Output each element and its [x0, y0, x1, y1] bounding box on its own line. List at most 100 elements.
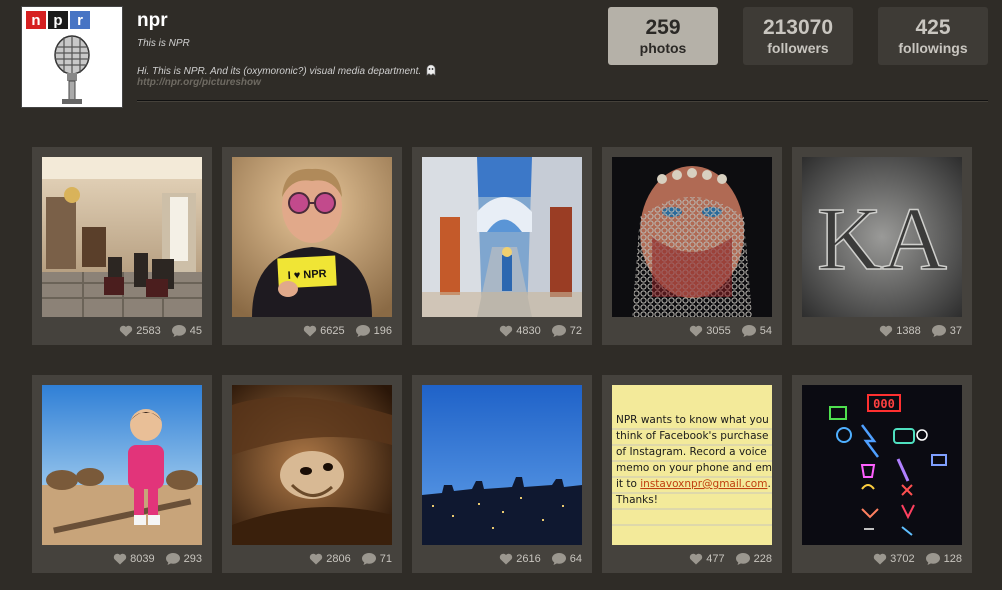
heart-icon: [690, 325, 703, 337]
photo-stats: 2806 71: [309, 552, 392, 566]
note-line-2: think of Facebook's purchase: [616, 430, 768, 442]
header-divider: [137, 100, 988, 101]
photo-card-city-dusk[interactable]: 2616 64: [412, 375, 592, 573]
profile-avatar[interactable]: n p r: [22, 7, 122, 107]
photo-thumbnail[interactable]: [42, 385, 202, 545]
heart-icon: [120, 325, 133, 337]
photo-card-neon-signs[interactable]: 000 3702 128: [792, 375, 972, 573]
heart-icon: [303, 325, 317, 337]
comment-bubble-icon: [165, 553, 180, 565]
photo-stats: 2583 45: [119, 324, 202, 338]
heart-icon: [500, 325, 513, 337]
comment-bubble-icon: [925, 553, 940, 565]
photo-thumbnail[interactable]: [612, 157, 772, 317]
photo-card-ornate-room[interactable]: 2583 45: [32, 147, 212, 345]
like-count: 2616: [516, 553, 541, 565]
photo-card-note[interactable]: NPR wants to know what you think of Face…: [602, 375, 782, 573]
comment-count: 228: [753, 553, 772, 565]
heart-icon: [113, 553, 127, 565]
comment-bubble-icon: [931, 325, 946, 337]
stat-followers-label: followers: [767, 40, 829, 56]
photo-thumbnail[interactable]: [232, 385, 392, 545]
microphone-icon: [54, 35, 90, 104]
neon-text: 000: [873, 397, 895, 411]
like-count: 1388: [896, 325, 921, 337]
like-count: 2583: [136, 325, 161, 337]
note-line-3: of Instagram. Record a voice: [616, 446, 767, 458]
like-count: 4830: [516, 325, 541, 337]
stat-followings-count: 425: [915, 16, 951, 39]
stat-followers-count: 213070: [762, 16, 834, 39]
note-line-1: NPR wants to know what you: [616, 414, 769, 426]
comment-count: 71: [379, 553, 392, 565]
note-line-6: Thanks!: [615, 494, 658, 506]
profile-bio: Hi. This is NPR. And its (oxymoronic?) v…: [137, 64, 437, 77]
like-count: 6625: [320, 325, 345, 337]
comment-count: 128: [943, 553, 962, 565]
comment-bubble-icon: [741, 325, 756, 337]
comment-count: 54: [759, 325, 772, 337]
logo-letter-p: p: [48, 11, 68, 29]
comment-bubble-icon: [361, 553, 376, 565]
comment-bubble-icon: [551, 553, 566, 565]
photo-card-chain-veil[interactable]: 3055 54: [602, 147, 782, 345]
photo-stats: 1388 37: [879, 324, 962, 338]
note-line-4: memo on your phone and email: [616, 462, 772, 474]
photo-thumbnail[interactable]: [422, 385, 582, 545]
stat-followings-button[interactable]: 425 followings: [878, 7, 988, 65]
photo-stats: 6625 196: [303, 324, 392, 338]
photo-card-stone-letters[interactable]: KA 1388 37: [792, 147, 972, 345]
like-count: 3055: [706, 325, 731, 337]
comment-bubble-icon: [551, 325, 566, 337]
photo-stats: 4830 72: [499, 324, 582, 338]
comment-count: 37: [949, 325, 962, 337]
photo-card-girl-camels[interactable]: 8039 293: [32, 375, 212, 573]
comment-bubble-icon: [735, 553, 750, 565]
stat-photos-label: photos: [639, 40, 687, 56]
profile-website-link[interactable]: http://npr.org/pictureshow: [137, 77, 261, 88]
stat-followings-label: followings: [898, 40, 968, 56]
ghost-emoji-icon: [426, 64, 436, 76]
stat-followers-button[interactable]: 213070 followers: [743, 7, 853, 65]
npr-logo: n p r: [26, 11, 90, 29]
heart-icon: [690, 553, 703, 565]
comment-count: 72: [569, 325, 582, 337]
logo-letter-r: r: [70, 11, 90, 29]
like-count: 477: [706, 553, 725, 565]
note-line-5: it to instavoxnpr@gmail.com.: [616, 478, 771, 490]
photo-thumbnail[interactable]: NPR wants to know what you think of Face…: [612, 385, 772, 545]
like-count: 3702: [890, 553, 915, 565]
like-count: 8039: [130, 553, 155, 565]
comment-count: 45: [189, 325, 202, 337]
carved-text: KA: [817, 190, 947, 289]
photo-card-camel[interactable]: 2806 71: [222, 375, 402, 573]
comment-bubble-icon: [355, 325, 370, 337]
profile-username: npr: [137, 10, 168, 31]
photo-thumbnail[interactable]: [42, 157, 202, 317]
photo-thumbnail[interactable]: KA: [802, 157, 962, 317]
heart-icon: [880, 325, 893, 337]
logo-letter-n: n: [26, 11, 46, 29]
stat-photos-button[interactable]: 259 photos: [608, 7, 718, 65]
comment-bubble-icon: [171, 325, 186, 337]
photo-stats: 2616 64: [499, 552, 582, 566]
photo-thumbnail[interactable]: [422, 157, 582, 317]
photo-thumbnail[interactable]: I ♥ NPR: [232, 157, 392, 317]
heart-icon: [310, 553, 323, 565]
profile-full-name: This is NPR: [137, 38, 190, 49]
comment-count: 196: [373, 325, 392, 337]
heart-icon: [873, 553, 887, 565]
photo-stats: 477 228: [689, 552, 772, 566]
like-count: 2806: [326, 553, 351, 565]
photo-card-npr-sign[interactable]: I ♥ NPR 6625 196: [222, 147, 402, 345]
heart-icon: [500, 553, 513, 565]
photo-thumbnail[interactable]: 000: [802, 385, 962, 545]
bio-text: Hi. This is NPR. And its (oxymoronic?) v…: [137, 66, 422, 77]
photo-stats: 3702 128: [873, 552, 962, 566]
comment-count: 293: [183, 553, 202, 565]
stat-photos-count: 259: [645, 16, 681, 39]
photo-stats: 3055 54: [689, 324, 772, 338]
photo-card-blue-alley[interactable]: 4830 72: [412, 147, 592, 345]
photo-stats: 8039 293: [113, 552, 202, 566]
sign-text: I ♥ NPR: [287, 268, 327, 282]
